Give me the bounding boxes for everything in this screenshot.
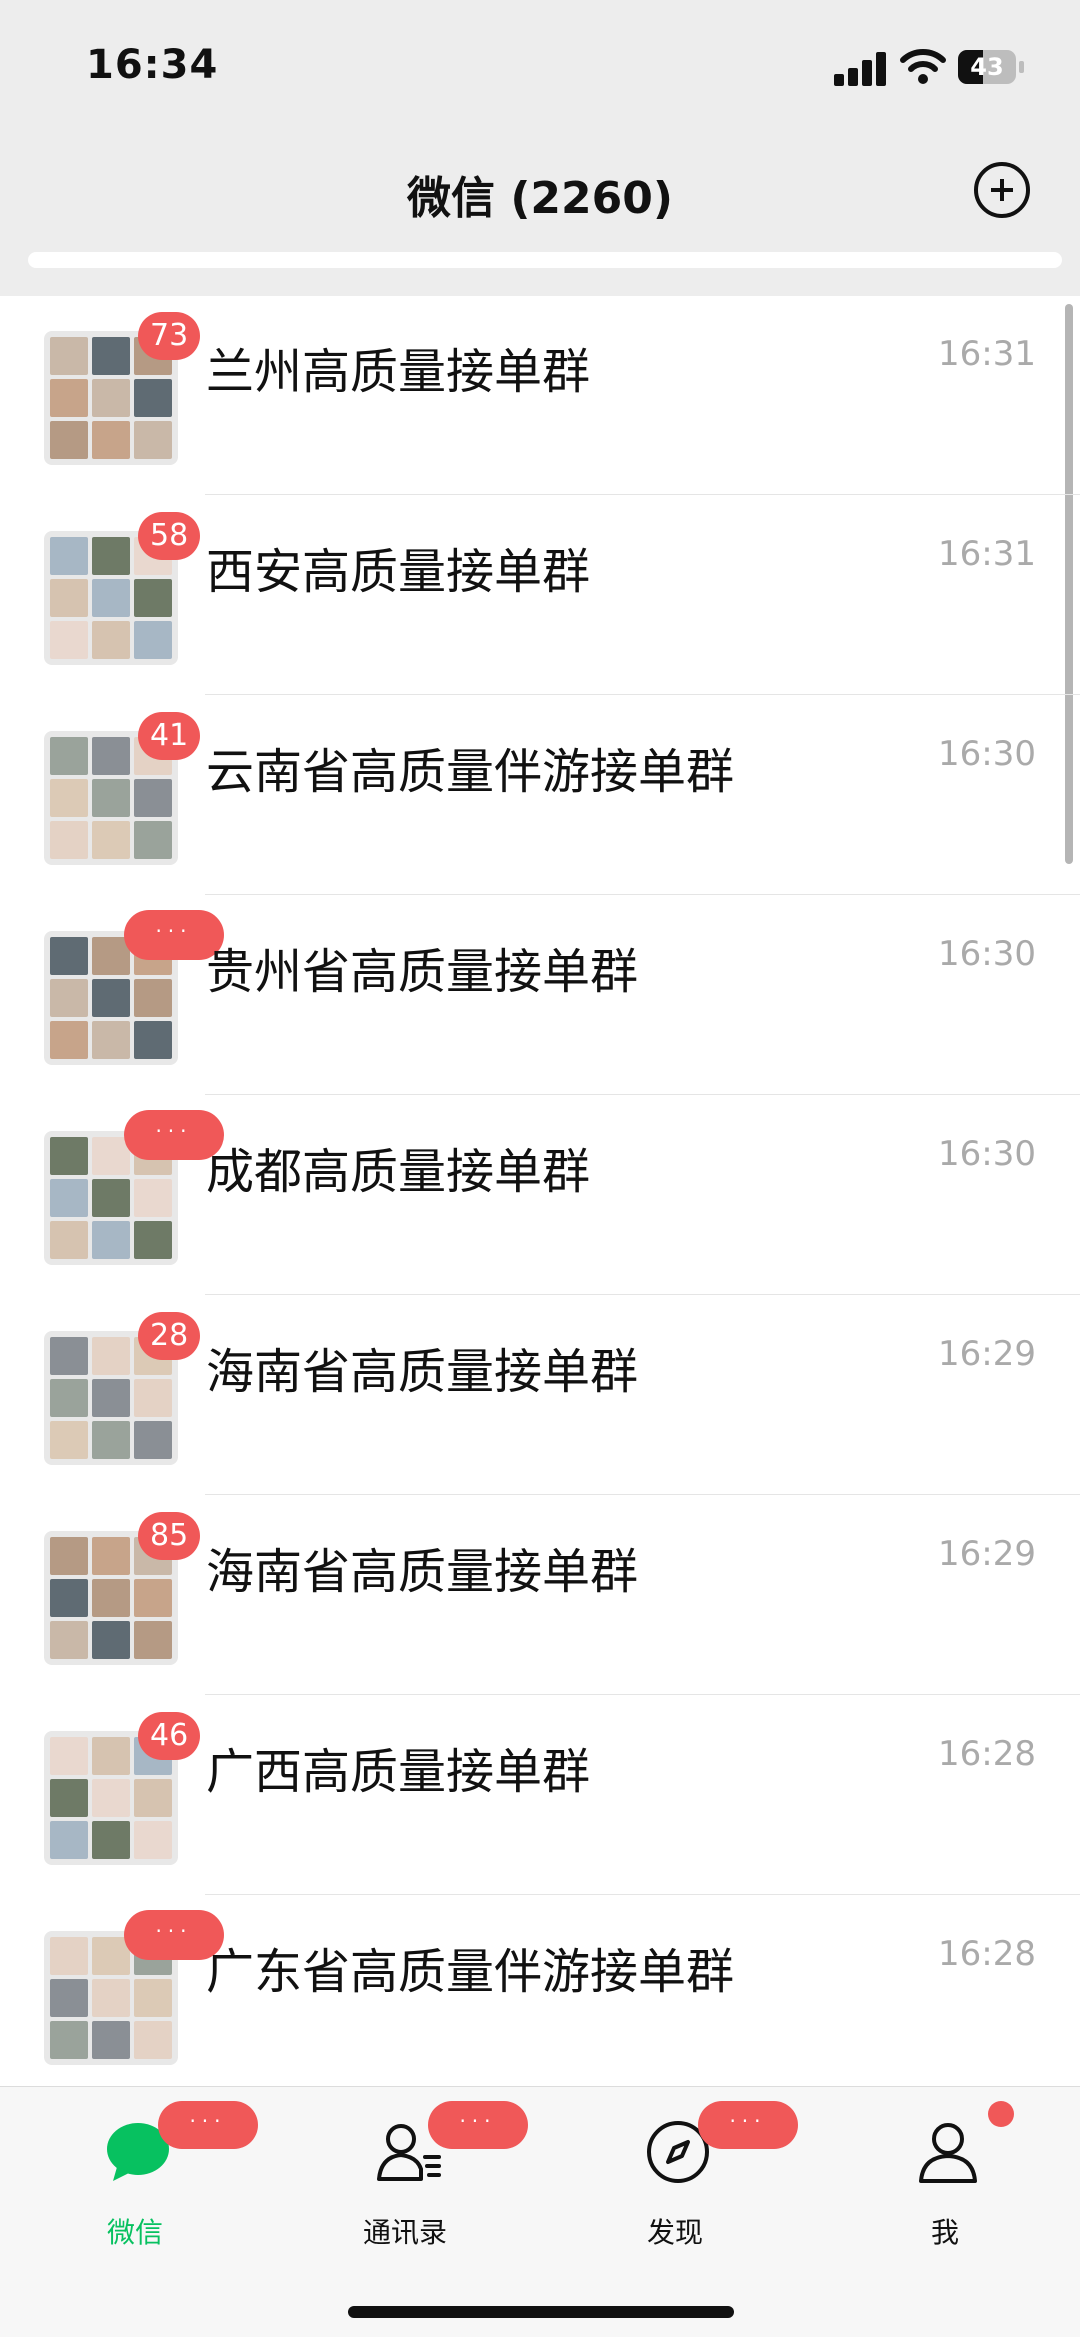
chat-time: 16:30: [938, 1134, 1036, 1174]
chat-item[interactable]: 28 海南省高质量接单群 16:29: [0, 1296, 1080, 1495]
tab-label: 我: [930, 2216, 959, 2249]
chat-item[interactable]: 85 海南省高质量接单群 16:29: [0, 1496, 1080, 1695]
chat-time: 16:29: [938, 1334, 1036, 1374]
chat-time: 16:29: [938, 1534, 1036, 1574]
chat-item[interactable]: 58 西安高质量接单群 16:31: [0, 496, 1080, 695]
chat-item[interactable]: 41 云南省高质量伴游接单群 16:30: [0, 696, 1080, 895]
unread-count-badge: 28: [138, 1312, 201, 1360]
wifi-icon: [900, 49, 946, 84]
chat-name: 兰州高质量接单群: [206, 344, 591, 400]
tab-chats[interactable]: ··· 微信: [0, 2087, 270, 2277]
unread-count-badge: 46: [138, 1712, 201, 1760]
chat-name: 海南省高质量接单群: [206, 1344, 639, 1400]
home-indicator: [348, 2306, 734, 2318]
tab-me[interactable]: 我: [810, 2087, 1080, 2277]
battery-icon: 43: [958, 50, 1026, 84]
unread-count-badge: 73: [138, 312, 201, 360]
notification-dot: [988, 2101, 1014, 2127]
chat-name: 广西高质量接单群: [206, 1744, 591, 1800]
tab-bar: ··· 微信 ··· 通讯录 ··· 发现 我: [0, 2086, 1080, 2337]
chat-name: 海南省高质量接单群: [206, 1544, 639, 1600]
add-button[interactable]: [974, 162, 1030, 218]
tab-badge: ···: [158, 2101, 258, 2149]
chat-time: 16:28: [938, 1734, 1036, 1774]
cellular-signal-icon: [834, 52, 890, 86]
search-bar[interactable]: [28, 252, 1062, 268]
tab-discover[interactable]: ··· 发现: [540, 2087, 810, 2277]
chat-name: 云南省高质量伴游接单群: [206, 744, 735, 800]
chat-time: 16:31: [938, 534, 1036, 574]
tab-contacts[interactable]: ··· 通讯录: [270, 2087, 540, 2277]
chat-name: 成都高质量接单群: [206, 1144, 591, 1200]
chat-list: 73 兰州高质量接单群 16:31 58 西安高质量接单群 16:31 41 云南省高质量伴游…: [0, 296, 1080, 2086]
tab-label: 微信: [106, 2216, 163, 2249]
chat-item[interactable]: ··· 广东省高质量伴游接单群 16:28: [0, 1896, 1080, 2086]
page-title: 微信 (2260): [407, 173, 673, 224]
chat-item[interactable]: 73 兰州高质量接单群 16:31: [0, 296, 1080, 495]
chat-time: 16:30: [938, 934, 1036, 974]
chat-item[interactable]: 46 广西高质量接单群 16:28: [0, 1696, 1080, 1895]
unread-count-badge: 41: [138, 712, 201, 760]
status-bar: 16:34 43: [0, 0, 1080, 130]
chat-item[interactable]: ··· 贵州省高质量接单群 16:30: [0, 896, 1080, 1095]
unread-count-badge: 85: [138, 1512, 201, 1560]
tab-label: 发现: [646, 2216, 703, 2249]
tab-badge: ···: [698, 2101, 798, 2149]
tab-badge: ···: [428, 2101, 528, 2149]
status-time: 16:34: [86, 42, 219, 88]
chat-name: 广东省高质量伴游接单群: [206, 1944, 735, 2000]
person-icon: [919, 2123, 977, 2183]
tab-label: 通讯录: [362, 2216, 447, 2249]
unread-count-badge: 58: [138, 512, 201, 560]
chat-time: 16:31: [938, 334, 1036, 374]
chat-time: 16:30: [938, 734, 1036, 774]
chat-name: 西安高质量接单群: [206, 544, 591, 600]
chat-name: 贵州省高质量接单群: [206, 944, 639, 1000]
chat-item[interactable]: ··· 成都高质量接单群 16:30: [0, 1096, 1080, 1295]
battery-level: 43: [970, 53, 1004, 81]
chat-time: 16:28: [938, 1934, 1036, 1974]
